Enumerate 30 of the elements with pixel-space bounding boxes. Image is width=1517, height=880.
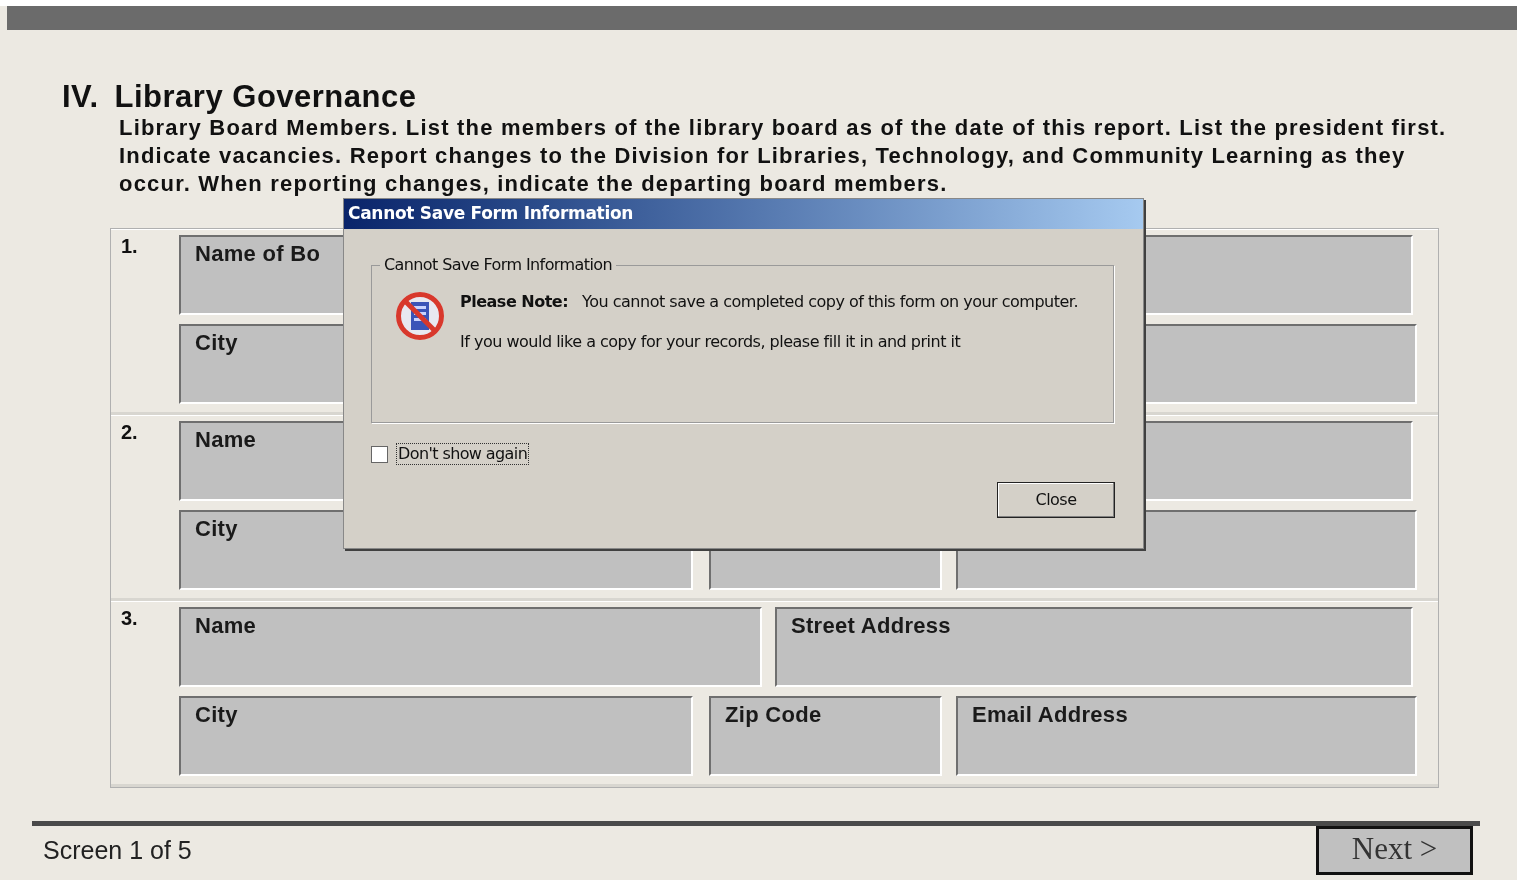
field-label: City [195,330,238,355]
note-label: Please Note: [460,291,569,313]
member-number: 2. [120,421,139,445]
checkbox[interactable] [371,445,388,463]
message-text: You cannot save a completed copy of this form on your computer. [582,291,1079,313]
no-entry-icon [394,290,446,342]
field-label: City [195,516,238,541]
field-label: Street Address [791,613,951,638]
field-label: Zip Code [725,702,822,727]
field-label: City [195,702,238,727]
instructions-text: Library Board Members. List the members of the library board as of the date of this report. List the president first. Indicate vacancies. Report changes to the Division for Libraries, Technology, and Community Learning as they occur. When reporting changes, indicate the departing board members. [119,114,1448,198]
input-field[interactable]: Street Address [775,607,1413,687]
dialog-title: Cannot Save Form Information [348,202,634,226]
field-label: Email Address [972,702,1128,727]
next-button[interactable]: Next > [1316,826,1473,875]
member-number: 1. [120,235,139,259]
input-field[interactable]: Zip Code [709,696,942,776]
input-field[interactable]: Email Address [956,696,1417,776]
input-field[interactable]: Name [179,607,762,687]
section-number: IV. [62,80,99,114]
message-text: If you would like a copy for your records, please fill it in and print it [460,331,962,353]
field-label: Name of Bo [195,241,321,266]
field-label: Name [195,613,257,638]
field-label: Name [195,427,257,452]
input-field[interactable]: City [179,696,693,776]
checkbox-label[interactable]: Don't show again [396,443,530,465]
screen-indicator: Screen 1 of 5 [43,835,192,866]
close-button[interactable]: Close [997,482,1115,518]
section-title: Library Governance [114,80,417,114]
member-number: 3. [120,607,139,631]
